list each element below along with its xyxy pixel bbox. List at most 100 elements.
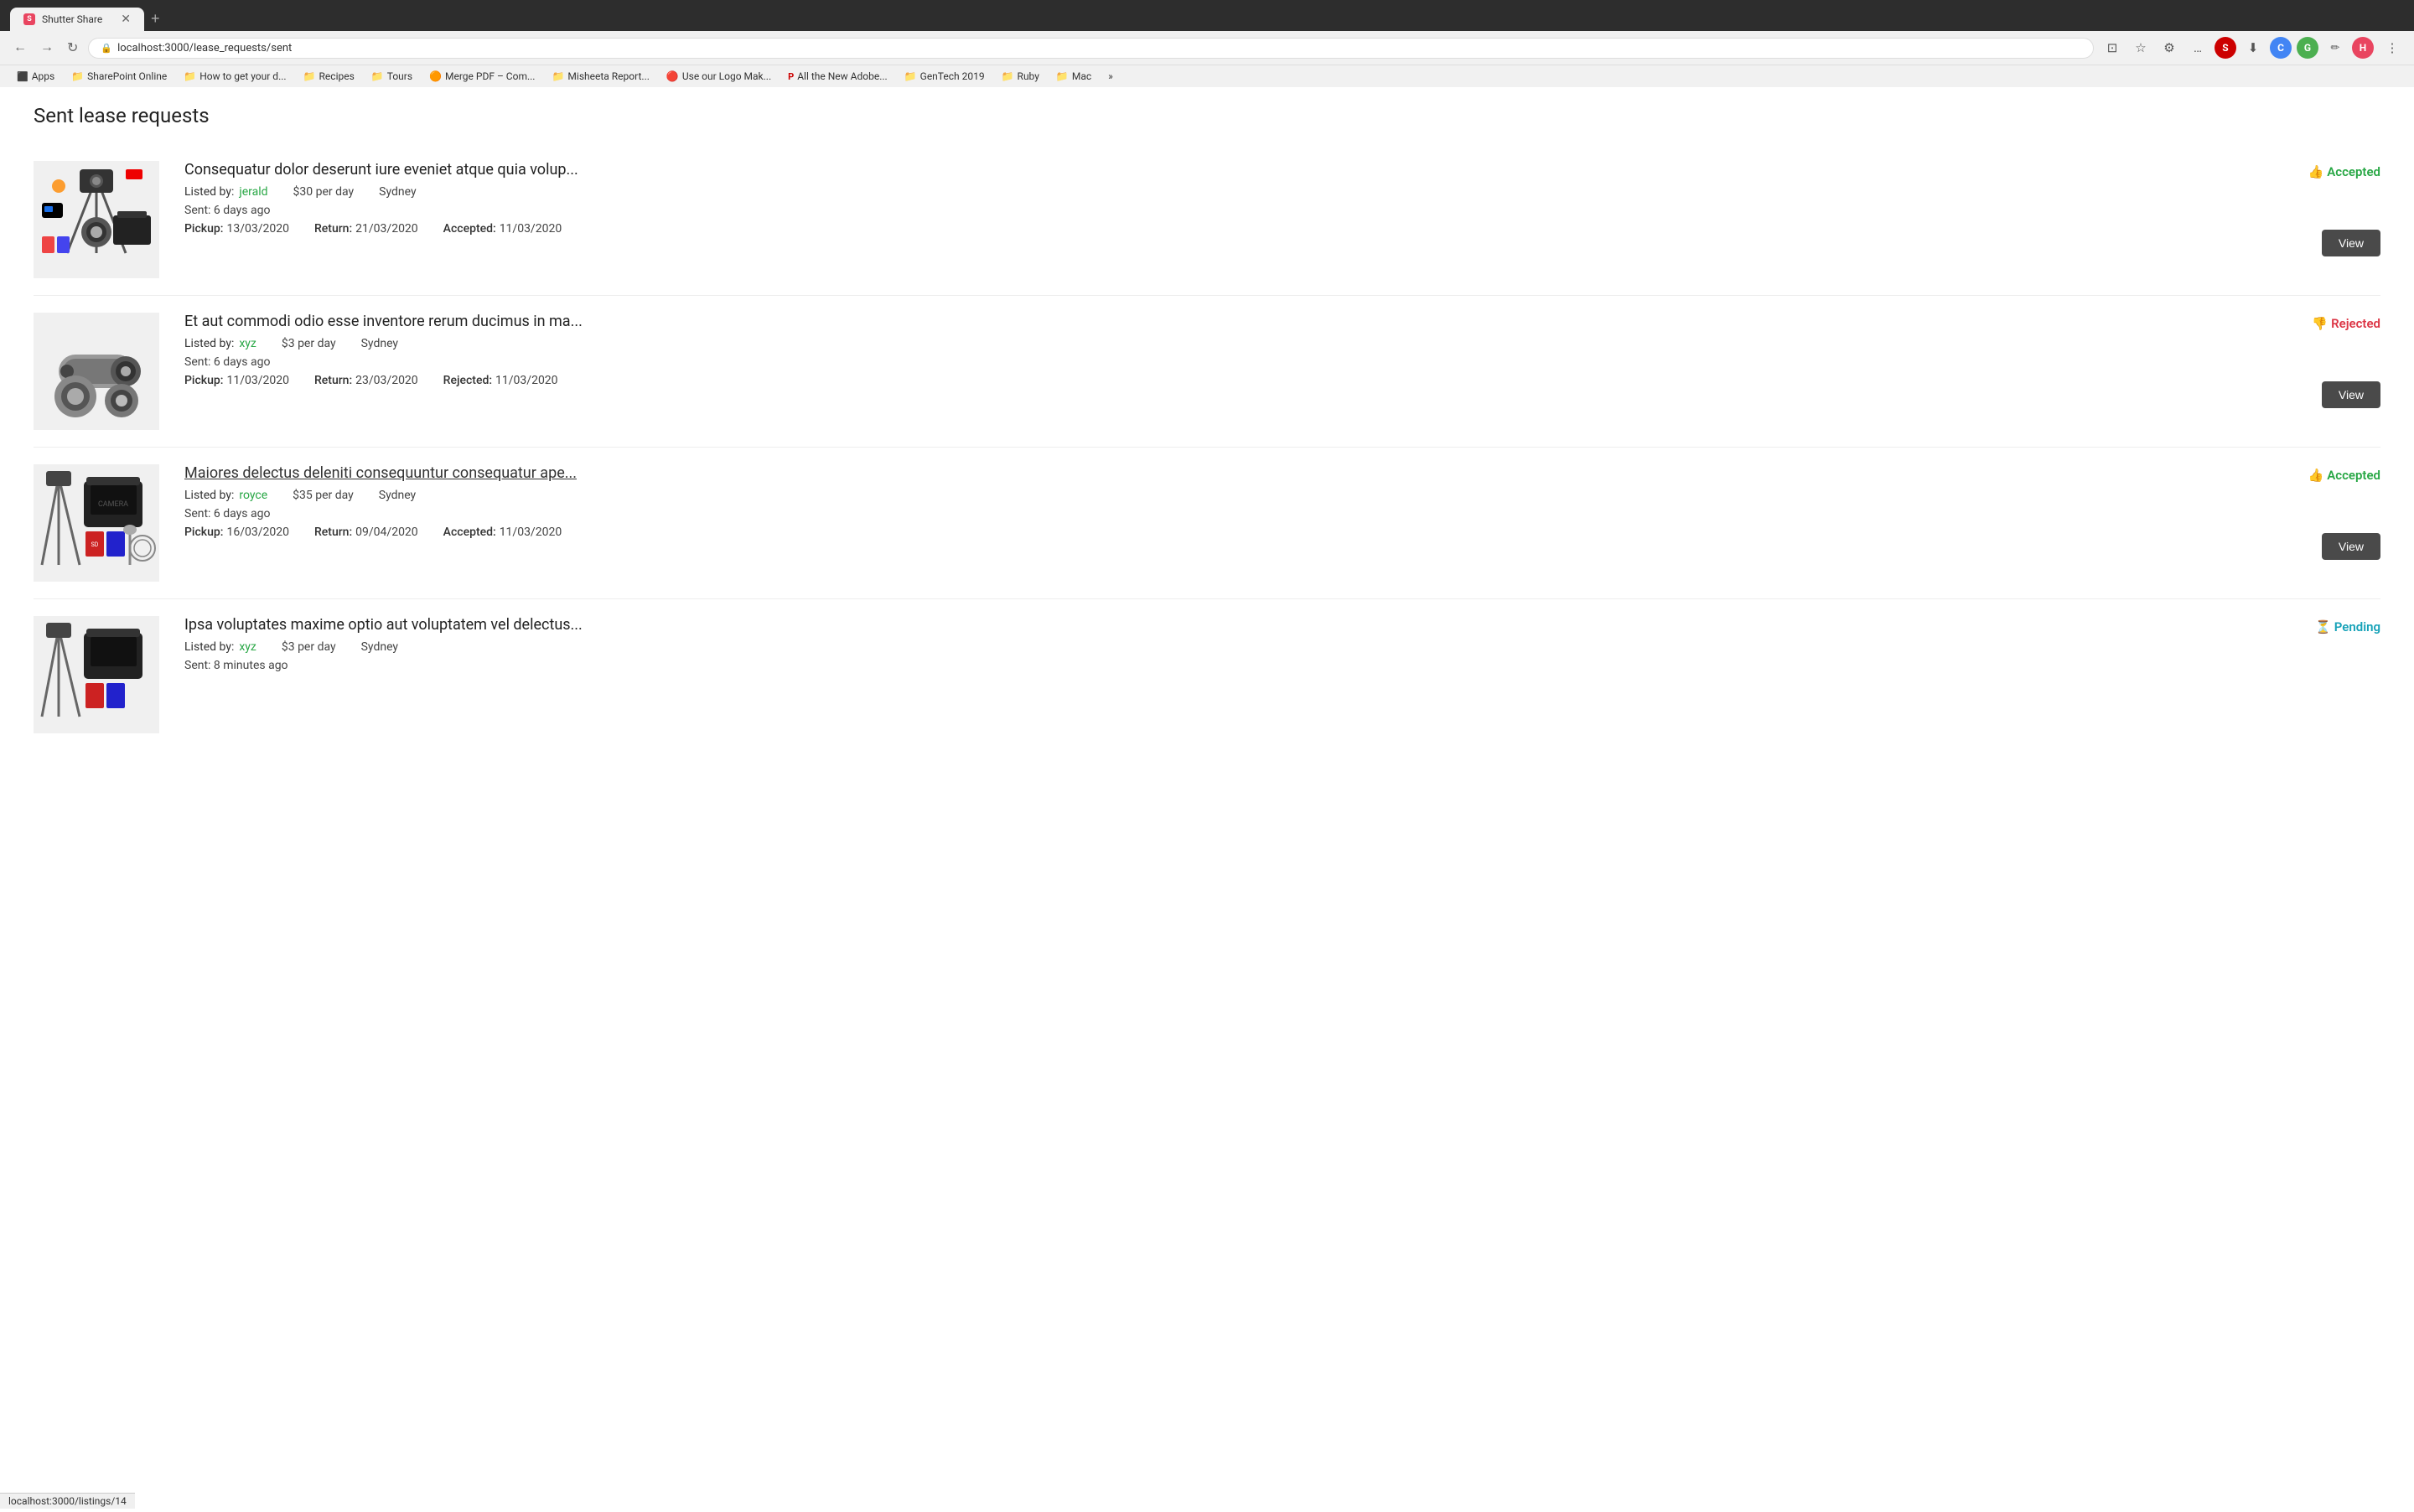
location-2: Sydney [361,337,398,350]
bookmark-logo-maker[interactable]: 🔴 Use our Logo Mak... [660,69,778,84]
pending-icon-4: ⏳ [2315,619,2331,634]
bookmark-tours[interactable]: 📁 Tours [365,69,419,84]
pickup-label-3: Pickup: [184,526,223,539]
card-image-svg-1 [34,161,159,278]
bookmark-recipes[interactable]: 📁 Recipes [297,69,361,84]
bookmark-misheeta[interactable]: 📁 Misheeta Report... [545,69,655,84]
price-2: $3 per day [282,337,336,350]
screen-share-icon[interactable]: ⊡ [2101,36,2124,60]
bookmark-sharepoint[interactable]: 📁 SharePoint Online [65,69,174,84]
bookmark-how-to[interactable]: 📁 How to get your d... [177,69,293,84]
card-content-1: Consequatur dolor deserunt iure eveniet … [176,161,2246,236]
bookmark-merge-pdf-label: Merge PDF – Com... [445,70,535,82]
menu-icon[interactable]: ⋮ [2380,36,2404,60]
bookmark-ruby[interactable]: 📁 Ruby [995,69,1046,84]
card-meta-4: Listed by: xyz $3 per day Sydney [184,640,2238,654]
card-image-1 [34,161,159,278]
card-image-svg-3: CAMERA SD [34,464,159,582]
listed-by-name-3[interactable]: royce [239,489,267,502]
listed-by-name-4[interactable]: xyz [239,640,256,654]
card-image-3: CAMERA SD [34,464,159,582]
edit-icon[interactable]: ✏ [2323,36,2347,60]
status-date-label-2: Rejected: [443,374,492,387]
status-bar: localhost:3000/listings/14 [0,1493,135,1509]
card-status-1: 👍 Accepted View [2263,161,2380,256]
bookmark-merge-pdf[interactable]: 🟠 Merge PDF – Com... [422,69,541,84]
status-date-3: Accepted: 11/03/2020 [443,526,562,539]
card-status-2: 👎 Rejected View [2263,313,2380,408]
bookmark-tours-label: Tours [387,70,412,82]
card-title-3[interactable]: Maiores delectus deleniti consequuntur c… [184,464,2238,482]
thumbs-up-icon-3: 👍 [2308,468,2324,483]
status-date-1: Accepted: 11/03/2020 [443,222,562,236]
user-profile-icon[interactable]: H [2352,37,2374,59]
address-bar[interactable]: 🔒 localhost:3000/lease_requests/sent [88,38,2094,59]
card-content-2: Et aut commodi odio esse inventore rerum… [176,313,2246,387]
location-4: Sydney [361,640,398,654]
bookmark-adobe[interactable]: P All the New Adobe... [781,69,894,84]
dates-2: Pickup: 11/03/2020 Return: 23/03/2020 Re… [184,374,2238,387]
view-button-1[interactable]: View [2322,230,2380,256]
status-badge-4: ⏳ Pending [2315,619,2380,634]
listed-by-3: Listed by: royce [184,489,267,502]
listed-by-name-2[interactable]: xyz [239,337,256,350]
return-date-2: 23/03/2020 [355,374,418,387]
logo-maker-icon: 🔴 [666,70,679,82]
merge-pdf-icon: 🟠 [429,70,442,82]
status-badge-2: 👎 Rejected [2312,316,2380,331]
url-text: localhost:3000/lease_requests/sent [117,42,292,54]
forward-button[interactable]: → [37,37,57,59]
bookmark-how-to-label: How to get your d... [199,70,286,82]
card-status-3: 👍 Accepted View [2263,464,2380,560]
new-tab-button[interactable]: + [144,7,167,31]
view-button-2[interactable]: View [2322,381,2380,408]
download-icon[interactable]: ⬇ [2241,36,2265,60]
lease-card-4: Ipsa voluptates maxime optio aut volupta… [34,599,2380,750]
tab-close-button[interactable]: ✕ [121,13,131,26]
back-button[interactable]: ← [10,37,30,59]
tours-icon: 📁 [371,70,384,82]
lease-card-1: Consequatur dolor deserunt iure eveniet … [34,144,2380,296]
listed-by-2: Listed by: xyz [184,337,256,350]
view-button-3[interactable]: View [2322,533,2380,560]
bookmark-more[interactable]: » [1101,69,1120,84]
bookmark-adobe-label: All the New Adobe... [797,70,887,82]
card-image-svg-4 [34,616,159,733]
g-profile-icon[interactable]: G [2297,37,2318,59]
return-2: Return: 23/03/2020 [314,374,418,387]
status-date-value-3: 11/03/2020 [500,526,562,539]
settings-icon[interactable]: ⚙ [2158,36,2181,60]
bookmark-mac[interactable]: 📁 Mac [1049,69,1098,84]
sharepoint-icon: 📁 [71,70,84,82]
card-meta-3: Listed by: royce $35 per day Sydney [184,489,2238,502]
bookmark-apps[interactable]: ⬛ Apps [10,69,61,84]
card-image-2 [34,313,159,430]
status-date-2: Rejected: 11/03/2020 [443,374,558,387]
more-icon[interactable]: … [2186,36,2209,60]
refresh-button[interactable]: ↻ [64,36,81,60]
pickup-date-2: 11/03/2020 [226,374,289,387]
browser-toolbar: ← → ↻ 🔒 localhost:3000/lease_requests/se… [0,31,2414,65]
return-label-2: Return: [314,374,352,387]
active-tab[interactable]: S Shutter Share ✕ [10,8,144,31]
misheeta-icon: 📁 [552,70,564,82]
bookmark-icon[interactable]: ☆ [2129,36,2152,60]
listed-by-label-3: Listed by: [184,489,234,502]
c-profile-icon[interactable]: C [2270,37,2292,59]
listed-by-label-4: Listed by: [184,640,234,654]
sent-2: Sent: 6 days ago [184,355,2238,369]
mac-icon: 📁 [1056,70,1069,82]
thumbs-up-icon-1: 👍 [2308,164,2324,179]
pickup-1: Pickup: 13/03/2020 [184,222,289,236]
svg-text:CAMERA: CAMERA [98,500,128,509]
bookmark-misheeta-label: Misheeta Report... [567,70,649,82]
s-profile-icon[interactable]: S [2215,37,2236,59]
status-date-label-3: Accepted: [443,526,496,539]
bookmark-gentech[interactable]: 📁 GenTech 2019 [898,69,992,84]
card-status-4: ⏳ Pending [2263,616,2380,634]
status-date-label-1: Accepted: [443,222,496,236]
card-meta-1: Listed by: jerald $30 per day Sydney [184,185,2238,199]
listed-by-name-1[interactable]: jerald [239,185,267,199]
listed-by-4: Listed by: xyz [184,640,256,654]
bookmark-ruby-label: Ruby [1018,70,1039,82]
